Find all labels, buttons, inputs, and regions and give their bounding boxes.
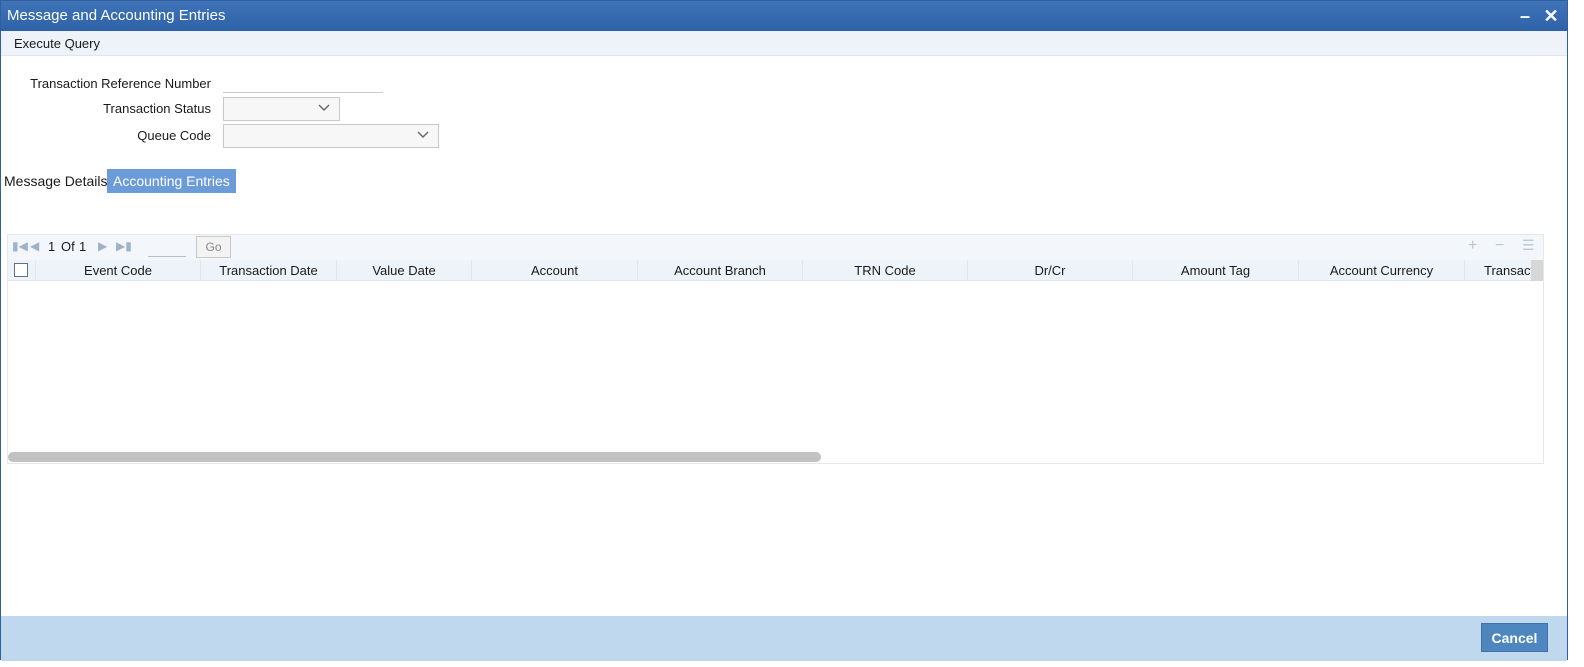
column-header[interactable]: Amount Tag [1133,260,1299,281]
column-header[interactable]: Transact [1465,260,1532,281]
tab-accounting-entries[interactable]: Accounting Entries [107,169,236,193]
select-all-cell [8,260,36,281]
current-page: 1 [48,239,56,254]
first-page-icon[interactable]: ▮◀ [12,239,28,253]
total-pages: 1 [79,239,87,254]
select-all-checkbox[interactable] [14,263,28,277]
grid-header-row: Event Code Transaction Date Value Date A… [8,260,1532,281]
column-header[interactable]: Transaction Date [201,260,337,281]
window-title: Message and Accounting Entries [7,7,226,24]
grid-pager: ▮◀ ◀ 1 Of 1 ▶ ▶▮ Go + − ☰ [8,235,1543,260]
queue-code-select[interactable] [223,124,439,148]
close-icon[interactable]: ✕ [1540,5,1562,27]
column-header[interactable]: Account [472,260,638,281]
delete-row-icon[interactable]: − [1495,237,1504,255]
txn-ref-input[interactable] [223,73,383,93]
chevron-down-icon [318,104,330,111]
txn-status-label: Transaction Status [103,101,211,116]
txn-ref-label: Transaction Reference Number [30,76,211,91]
next-page-icon[interactable]: ▶ [98,239,107,253]
title-bar: Message and Accounting Entries – ✕ [1,1,1567,31]
execute-query-menu-item[interactable]: Execute Query [14,36,100,51]
column-header[interactable]: Account Branch [638,260,803,281]
go-button[interactable]: Go [196,236,231,258]
column-header[interactable]: Account Currency [1299,260,1465,281]
tab-message-details[interactable]: Message Details [4,169,108,193]
cancel-button[interactable]: Cancel [1481,623,1548,652]
prev-page-icon[interactable]: ◀ [30,239,39,253]
queue-code-label: Queue Code [137,128,211,143]
page-number-input[interactable] [148,237,186,257]
add-row-icon[interactable]: + [1468,237,1477,255]
column-header[interactable]: TRN Code [803,260,968,281]
horizontal-scrollbar-thumb[interactable] [8,452,821,462]
dialog-window: Message and Accounting Entries – ✕ Execu… [0,0,1568,661]
list-view-icon[interactable]: ☰ [1522,237,1535,254]
accounting-entries-grid: ▮◀ ◀ 1 Of 1 ▶ ▶▮ Go + − ☰ Event Code Tra… [7,234,1544,464]
column-header[interactable]: Value Date [337,260,472,281]
last-page-icon[interactable]: ▶▮ [116,239,132,253]
chevron-down-icon [417,131,429,138]
column-header[interactable]: Event Code [36,260,201,281]
txn-status-select[interactable] [223,97,340,121]
footer-bar: Cancel [1,616,1567,661]
minimize-icon[interactable]: – [1514,5,1536,27]
of-label: Of [61,239,75,254]
menu-bar: Execute Query [1,31,1567,56]
column-header[interactable]: Dr/Cr [968,260,1133,281]
vertical-scrollbar[interactable] [1531,260,1543,281]
